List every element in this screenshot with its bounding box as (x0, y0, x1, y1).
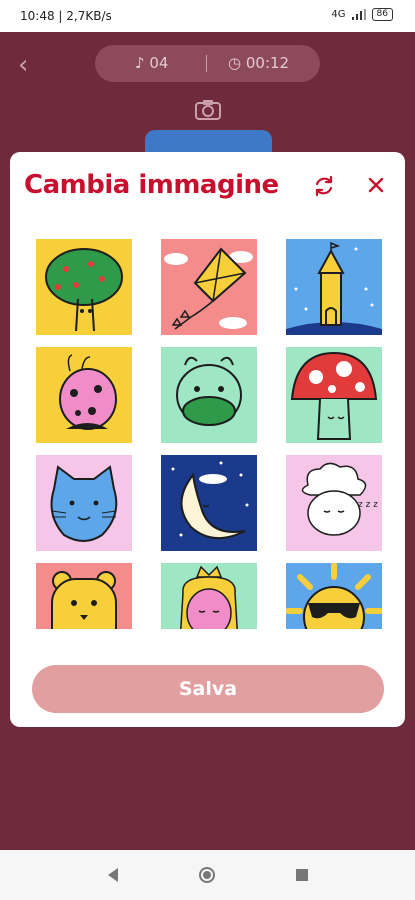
image-tile-tree[interactable] (36, 239, 132, 335)
camera-icon[interactable] (195, 98, 221, 120)
signal-icon (351, 9, 366, 20)
image-tile-mushroom[interactable] (286, 347, 382, 443)
image-tile-kite[interactable] (161, 239, 257, 335)
image-tile-sheep[interactable]: z z z (286, 455, 382, 551)
notes-counter: ♪ 04 (135, 54, 169, 72)
image-tile-princess[interactable] (161, 563, 257, 629)
nav-recents-icon[interactable] (293, 866, 311, 884)
svg-text:z z z: z z z (358, 500, 378, 510)
battery-icon: 86 (371, 8, 393, 21)
notes-count: 04 (149, 54, 169, 72)
image-tile-cat[interactable] (36, 455, 132, 551)
pill-divider (206, 55, 207, 72)
refresh-icon[interactable] (312, 174, 336, 198)
status-bar: 10:48 | 2,7KB/s 4G 86 (0, 0, 415, 32)
image-tile-moon[interactable] (161, 455, 257, 551)
image-tile-bear[interactable] (36, 563, 132, 629)
change-image-modal: Cambia immagine z z z Salva (10, 152, 405, 727)
status-time: 10:48 | 2,7KB/s (20, 9, 112, 23)
image-tile-sun[interactable] (286, 563, 382, 629)
image-tile-ladybug[interactable] (36, 347, 132, 443)
image-tile-dragon[interactable] (161, 347, 257, 443)
nav-home-icon[interactable] (198, 866, 216, 884)
timer-value: 00:12 (245, 54, 290, 72)
image-tile-castle[interactable] (286, 239, 382, 335)
nav-back-icon[interactable] (104, 866, 122, 884)
save-button[interactable]: Salva (32, 665, 384, 713)
close-icon[interactable] (365, 174, 387, 196)
game-status-pill: ♪ 04 ◷ 00:12 (95, 45, 320, 82)
modal-title: Cambia immagine (24, 170, 279, 200)
system-nav-bar (0, 850, 415, 900)
image-grid: z z z (36, 239, 382, 629)
status-icons: 4G 86 (331, 8, 393, 21)
back-icon[interactable]: ‹ (18, 52, 38, 78)
timer: ◷ 00:12 (228, 54, 290, 72)
signal-label: 4G (331, 9, 346, 20)
